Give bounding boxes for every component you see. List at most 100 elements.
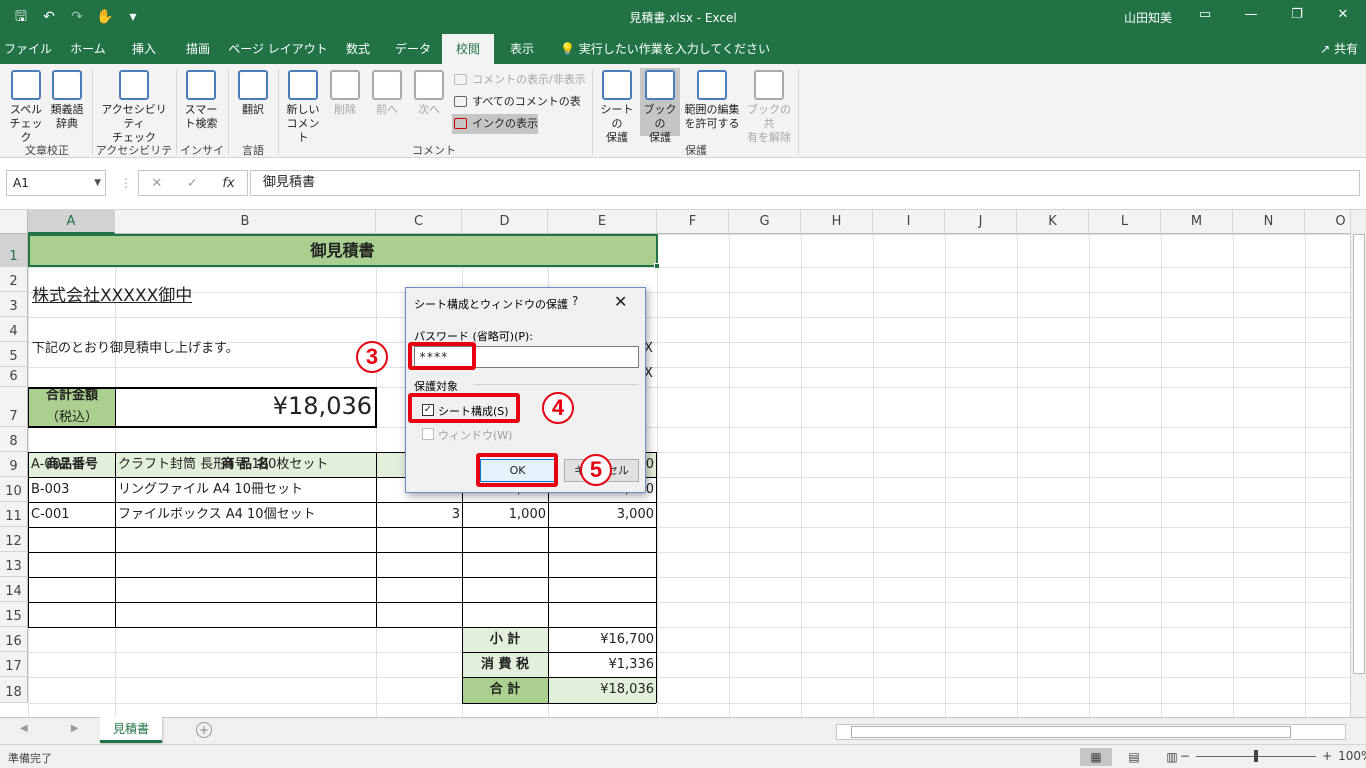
dialog-close-icon[interactable]: ✕ bbox=[614, 292, 627, 311]
row-header-4[interactable]: 4 bbox=[0, 317, 28, 342]
allow-edit-ranges-button[interactable]: 範囲の編集 を許可する bbox=[682, 70, 742, 131]
ribbon-display-options-icon[interactable]: ▭ bbox=[1182, 0, 1228, 30]
protect-workbook-button[interactable]: ブックの 保護 bbox=[640, 68, 680, 144]
tell-me-search[interactable]: 💡 実行したい作業を入力してください bbox=[560, 34, 770, 64]
previous-comment-button[interactable]: 前へ bbox=[368, 70, 406, 117]
tab-insert[interactable]: 挿入 bbox=[118, 34, 170, 64]
formula-input[interactable]: 御見積書 bbox=[250, 170, 1360, 196]
enter-icon[interactable]: ✓ bbox=[187, 176, 198, 191]
worksheet-grid[interactable]: ABCDEFGHIJKLMNO 1 2 3 4 5 6 7 8 9 10 11 12 13 14 15 16 1… bbox=[0, 210, 1350, 717]
column-header-i[interactable]: I bbox=[873, 210, 945, 234]
column-header-a[interactable]: A bbox=[28, 210, 115, 234]
row-header-14[interactable]: 14 bbox=[0, 577, 28, 602]
delete-comment-button[interactable]: 削除 bbox=[326, 70, 364, 117]
column-header-c[interactable]: C bbox=[376, 210, 462, 234]
select-all-corner[interactable] bbox=[0, 210, 28, 234]
zoom-level[interactable]: 100% bbox=[1338, 749, 1366, 763]
windows-label[interactable]: ウィンドウ(W) bbox=[438, 427, 512, 443]
row-header-12[interactable]: 12 bbox=[0, 527, 28, 552]
cell-intro[interactable]: 下記のとおり御見積申し上げます。 bbox=[32, 339, 239, 359]
row-header-6[interactable]: 6 bbox=[0, 367, 28, 387]
thesaurus-button[interactable]: 類義語 辞典 bbox=[46, 70, 88, 131]
unshare-workbook-button[interactable]: ブックの共 有を解除 bbox=[744, 70, 794, 145]
cell-item-name[interactable]: クラフト封筒 長形4号 100枚セット bbox=[118, 452, 374, 477]
tab-formulas[interactable]: 数式 bbox=[332, 34, 384, 64]
row-header-17[interactable]: 17 bbox=[0, 652, 28, 677]
row-header-3[interactable]: 3 bbox=[0, 292, 28, 317]
chevron-down-icon[interactable]: ▼ bbox=[94, 171, 101, 195]
cell-total-label-2[interactable]: （税込） bbox=[29, 409, 115, 427]
tab-review[interactable]: 校閲 bbox=[442, 34, 494, 64]
row-header-7[interactable]: 7 bbox=[0, 387, 28, 427]
accessibility-check-button[interactable]: アクセシビリティ チェック bbox=[96, 70, 172, 145]
cell-total-value[interactable]: ¥18,036 bbox=[116, 387, 372, 426]
cancel-icon[interactable]: ✕ bbox=[151, 176, 162, 191]
zoom-slider-knob[interactable] bbox=[1254, 749, 1259, 762]
cell-item-qty[interactable]: 3 bbox=[376, 502, 460, 527]
column-header-b[interactable]: B bbox=[115, 210, 376, 234]
windows-checkbox[interactable] bbox=[422, 428, 434, 440]
normal-view-icon[interactable]: ▦ bbox=[1080, 748, 1112, 766]
cell-subtotal-label[interactable]: 小 計 bbox=[462, 627, 548, 652]
next-comment-button[interactable]: 次へ bbox=[410, 70, 448, 117]
row-header-13[interactable]: 13 bbox=[0, 552, 28, 577]
tab-page-layout[interactable]: ページ レイアウト bbox=[226, 34, 330, 64]
row-header-1[interactable]: 1 bbox=[0, 234, 28, 267]
cell-grand-label[interactable]: 合 計 bbox=[462, 677, 548, 703]
tab-home[interactable]: ホーム bbox=[60, 34, 116, 64]
cell-subtotal-value[interactable]: ¥16,700 bbox=[548, 627, 654, 652]
cell-item-code[interactable]: B-003 bbox=[31, 477, 115, 502]
column-header-j[interactable]: J bbox=[945, 210, 1017, 234]
column-header-g[interactable]: G bbox=[729, 210, 801, 234]
tab-draw[interactable]: 描画 bbox=[172, 34, 224, 64]
cell-item-name[interactable]: リングファイル A4 10冊セット bbox=[118, 477, 374, 502]
horizontal-scrollbar[interactable] bbox=[836, 724, 1346, 740]
translate-button[interactable]: 翻訳 bbox=[234, 70, 272, 117]
show-ink-button[interactable]: インクの表示 bbox=[452, 114, 538, 134]
zoom-out-icon[interactable]: − bbox=[1180, 749, 1190, 763]
cell-item-code[interactable]: C-001 bbox=[31, 502, 115, 527]
cell-customer[interactable]: 株式会社XXXXX御中 bbox=[32, 284, 192, 308]
column-header-n[interactable]: N bbox=[1233, 210, 1305, 234]
row-header-11[interactable]: 11 bbox=[0, 502, 28, 527]
formula-bar-grip[interactable]: ⋮ bbox=[120, 176, 132, 190]
row-header-15[interactable]: 15 bbox=[0, 602, 28, 627]
cell-item-code[interactable]: A-002 bbox=[31, 452, 115, 477]
name-box[interactable]: A1 ▼ bbox=[6, 170, 106, 196]
column-header-k[interactable]: K bbox=[1017, 210, 1089, 234]
share-button[interactable]: ↗ 共有 bbox=[1320, 34, 1358, 64]
help-icon[interactable]: ? bbox=[572, 294, 578, 308]
row-header-16[interactable]: 16 bbox=[0, 627, 28, 652]
horizontal-scroll-thumb[interactable] bbox=[851, 726, 1291, 738]
new-comment-button[interactable]: 新しい コメント bbox=[282, 70, 324, 145]
row-header-2[interactable]: 2 bbox=[0, 267, 28, 292]
column-header-o[interactable]: O bbox=[1305, 210, 1350, 234]
column-header-d[interactable]: D bbox=[462, 210, 548, 234]
cell-grand-value[interactable]: ¥18,036 bbox=[548, 677, 654, 703]
row-header-5[interactable]: 5 bbox=[0, 342, 28, 367]
cell-title[interactable]: 御見積書 bbox=[29, 235, 656, 266]
page-layout-view-icon[interactable]: ▤ bbox=[1118, 748, 1150, 766]
row-header-9[interactable]: 9 bbox=[0, 452, 28, 477]
sheet-nav-arrows[interactable]: ◀ ▶ bbox=[20, 723, 99, 734]
cell-total-label-1[interactable]: 合計金額 bbox=[29, 387, 115, 405]
sheet-tab-mitsumori[interactable]: 見積書 bbox=[100, 717, 162, 743]
cell-tax-value[interactable]: ¥1,336 bbox=[548, 652, 655, 677]
column-header-h[interactable]: H bbox=[801, 210, 873, 234]
insert-function-icon[interactable]: fx bbox=[222, 176, 234, 191]
column-header-m[interactable]: M bbox=[1161, 210, 1233, 234]
zoom-slider[interactable] bbox=[1196, 749, 1317, 762]
restore-button[interactable]: ❐ bbox=[1274, 0, 1320, 30]
row-header-10[interactable]: 10 bbox=[0, 477, 28, 502]
add-sheet-icon[interactable]: + bbox=[196, 722, 212, 738]
column-header-e[interactable]: E bbox=[548, 210, 657, 234]
show-all-comments-button[interactable]: すべてのコメントの表示 bbox=[452, 92, 586, 128]
show-hide-comment-button[interactable]: コメントの表示/非表示 bbox=[452, 70, 586, 90]
column-header-f[interactable]: F bbox=[657, 210, 729, 234]
row-header-18[interactable]: 18 bbox=[0, 677, 28, 703]
cell-item-amount[interactable]: 3,000 bbox=[548, 502, 654, 527]
minimize-button[interactable]: — bbox=[1228, 0, 1274, 30]
column-header-l[interactable]: L bbox=[1089, 210, 1161, 234]
zoom-in-icon[interactable]: + bbox=[1322, 749, 1332, 763]
protect-sheet-button[interactable]: シートの 保護 bbox=[596, 70, 638, 145]
